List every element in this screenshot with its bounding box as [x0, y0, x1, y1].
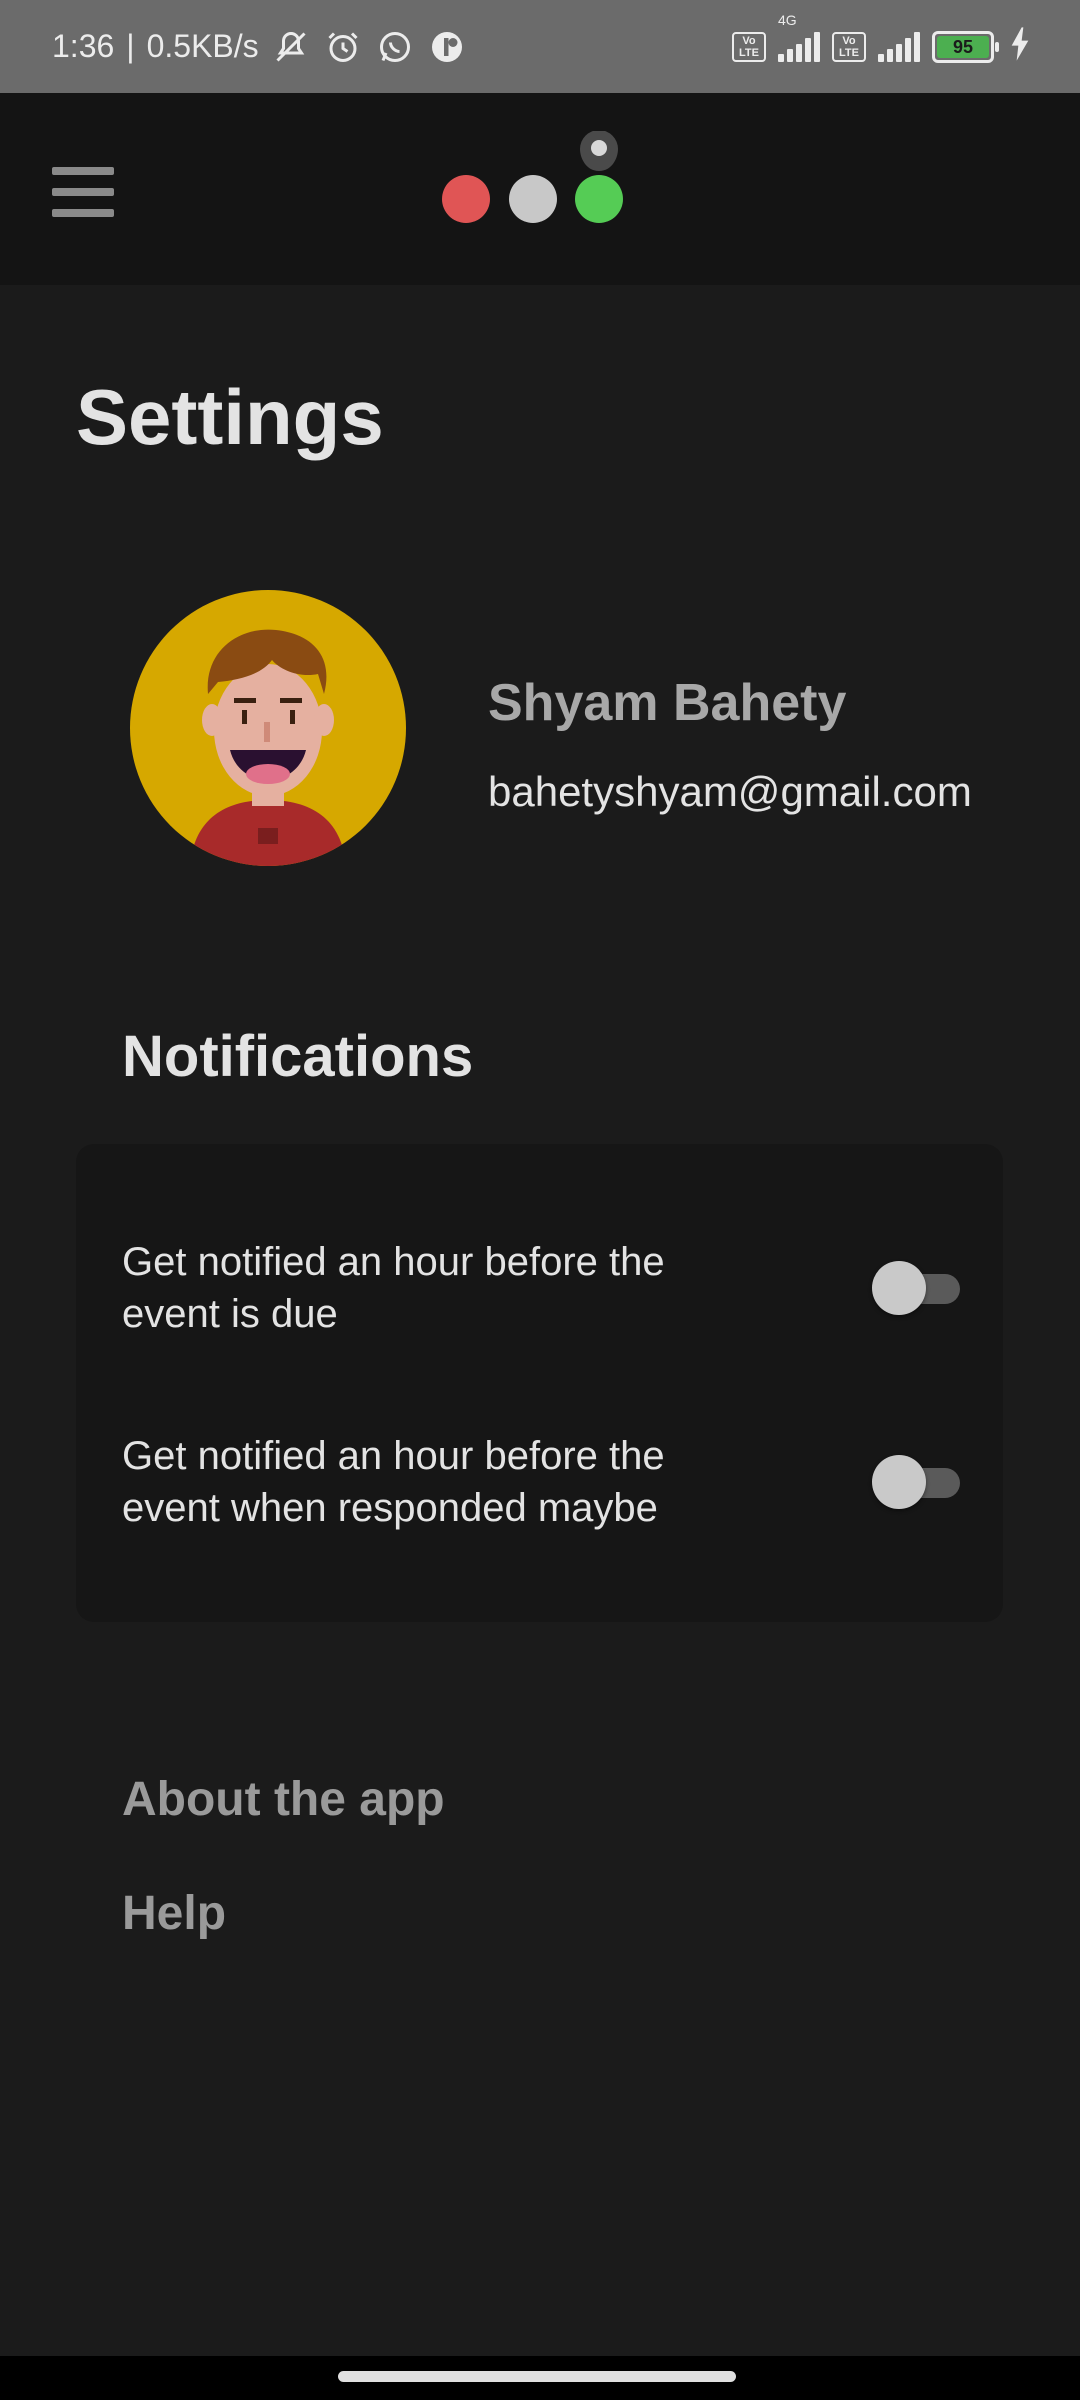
help-link[interactable]: Help [122, 1886, 226, 1941]
notification-setting-label: Get notified an hour before the event wh… [122, 1434, 665, 1530]
notifications-card: Get notified an hour before the event is… [76, 1144, 1003, 1622]
home-gesture-handle[interactable] [338, 2371, 736, 2382]
gesture-navigation-bar [0, 2356, 1080, 2400]
about-app-link[interactable]: About the app [122, 1772, 445, 1827]
status-time: 1:36 [52, 28, 115, 64]
notification-setting-maybe: Get notified an hour before the event wh… [122, 1430, 962, 1534]
alarm-icon [323, 27, 363, 67]
notify-due-toggle[interactable] [872, 1261, 962, 1315]
whatsapp-icon [375, 27, 415, 67]
menu-icon[interactable] [52, 167, 114, 217]
volte-badge-sim2: Vo LTE [832, 31, 866, 62]
status-bar-left: 1:36 | 0.5KB/s [52, 0, 467, 93]
signal-icon [778, 31, 820, 62]
app-bar [0, 93, 1080, 285]
battery-icon: 95 [932, 30, 999, 63]
notification-setting-label: Get notified an hour before the event is… [122, 1240, 665, 1336]
logo-dot-gray [509, 175, 557, 223]
notify-maybe-toggle[interactable] [872, 1455, 962, 1509]
page-title: Settings [76, 373, 384, 461]
volte-badge-sim1: Vo LTE [732, 31, 766, 62]
signal-sim1: 4G [778, 12, 820, 62]
status-net-speed: 0.5KB/s [146, 28, 259, 64]
status-bar-right: Vo LTE 4G Vo LTE 95 [732, 0, 1030, 93]
app-notification-icon [427, 27, 467, 67]
mute-icon [271, 27, 311, 67]
app-logo [440, 130, 630, 231]
avatar [130, 590, 406, 866]
status-bar: 1:36 | 0.5KB/s Vo LTE 4G Vo LTE 95 [0, 0, 1080, 93]
network-type-label: 4G [778, 11, 797, 28]
notification-setting-due: Get notified an hour before the event is… [122, 1236, 962, 1340]
notifications-title: Notifications [122, 1024, 474, 1089]
signal-icon [878, 31, 920, 62]
status-separator: | [126, 28, 135, 64]
profile-email: bahetyshyam@gmail.com [488, 768, 972, 815]
logo-dot-red [442, 175, 490, 223]
battery-level: 95 [937, 35, 989, 58]
profile-name: Shyam Bahety [488, 674, 847, 732]
charging-icon [1010, 27, 1030, 66]
logo-dot-green [575, 175, 623, 223]
